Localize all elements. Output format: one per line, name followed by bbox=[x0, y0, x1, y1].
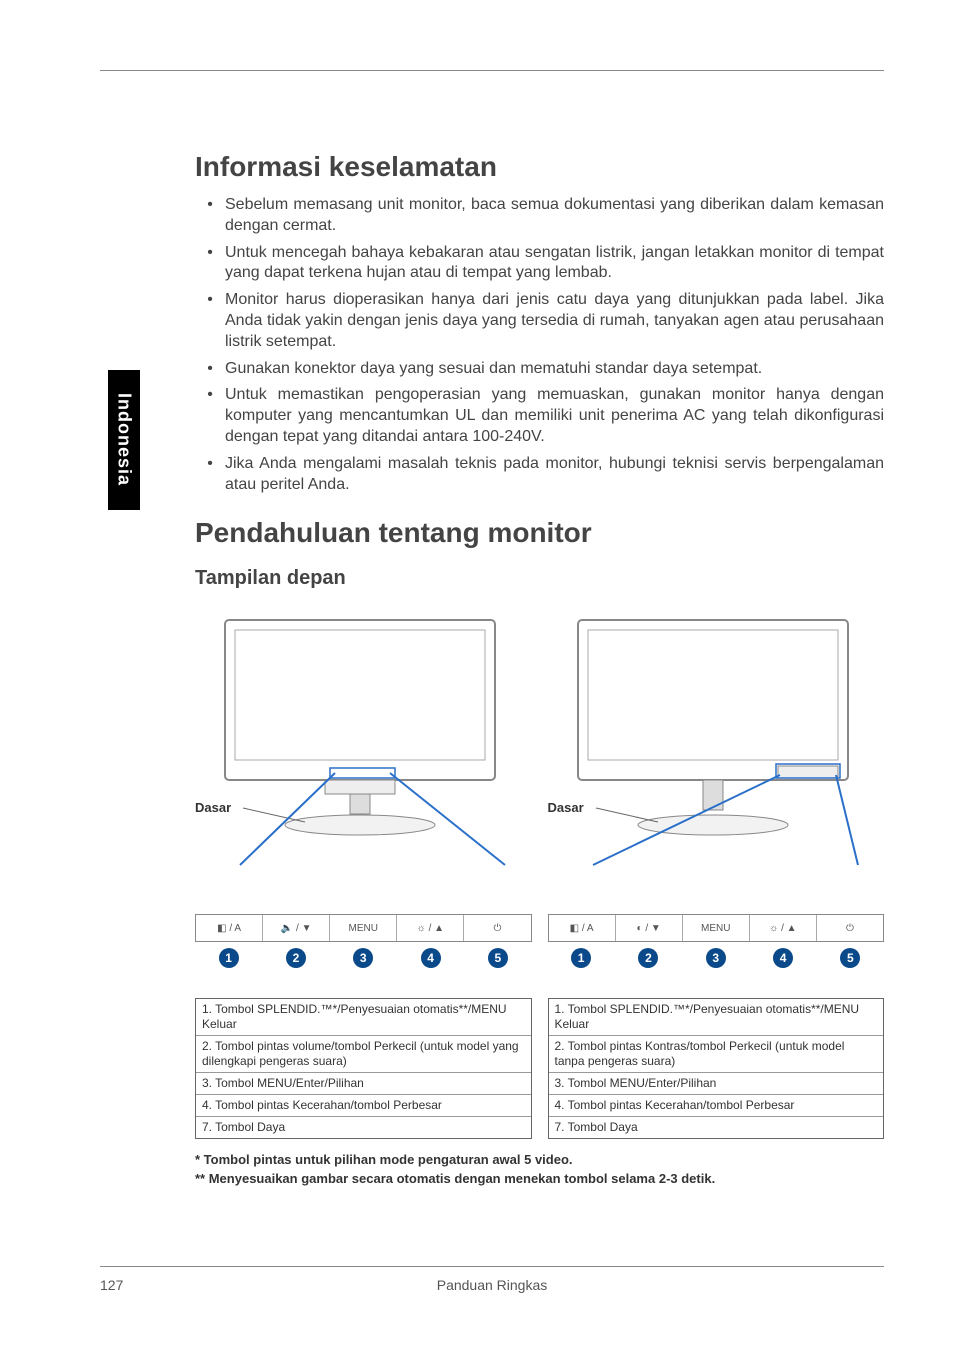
legend-row: 2. Tombol pintas Kontras/tombol Perkecil… bbox=[549, 1036, 884, 1073]
legend-row: 7. Tombol Daya bbox=[196, 1117, 531, 1138]
monitor-figure: Dasar bbox=[548, 610, 885, 910]
list-text: Sebelum memasang unit monitor, baca semu… bbox=[225, 195, 884, 237]
legend-box-right: 1. Tombol SPLENDID.™*/Penyesuaian otomat… bbox=[548, 998, 885, 1139]
list-item: •Sebelum memasang unit monitor, baca sem… bbox=[195, 195, 884, 237]
base-label: Dasar bbox=[195, 800, 231, 815]
button-icon-power: ⏻ bbox=[817, 915, 883, 941]
base-label: Dasar bbox=[548, 800, 584, 815]
safety-list: •Sebelum memasang unit monitor, baca sem… bbox=[195, 195, 884, 495]
footnote-line: ** Menyesuaikan gambar secara otomatis d… bbox=[195, 1170, 884, 1188]
button-strip: ◧ / A 🔈 / ▼ MENU ☼ / ▲ ⏻ bbox=[195, 914, 532, 942]
bullet-icon: • bbox=[195, 359, 225, 380]
page-footer: 127 Panduan Ringkas bbox=[100, 1266, 884, 1293]
legend-row: 3. Tombol MENU/Enter/Pilihan bbox=[196, 1073, 531, 1095]
number-badge: 2 bbox=[286, 948, 306, 968]
number-badge: 4 bbox=[421, 948, 441, 968]
number-badge: 5 bbox=[488, 948, 508, 968]
list-item: •Untuk memastikan pengoperasian yang mem… bbox=[195, 385, 884, 447]
button-icon-menu: MENU bbox=[330, 915, 397, 941]
monitor-illustration bbox=[548, 610, 878, 890]
legend-row: 1. Tombol SPLENDID.™*/Penyesuaian otomat… bbox=[196, 999, 531, 1036]
number-badge: 1 bbox=[219, 948, 239, 968]
heading-intro: Pendahuluan tentang monitor bbox=[195, 517, 884, 549]
legend-row: 2. Tombol pintas volume/tombol Perkecil … bbox=[196, 1036, 531, 1073]
page-frame: Informasi keselamatan •Sebelum memasang … bbox=[100, 70, 884, 1293]
list-item: •Monitor harus dioperasikan hanya dari j… bbox=[195, 290, 884, 352]
number-badge: 3 bbox=[353, 948, 373, 968]
button-strip: ◧ / A ◐ / ▼ MENU ☼ / ▲ ⏻ bbox=[548, 914, 885, 942]
content-area: Informasi keselamatan •Sebelum memasang … bbox=[195, 71, 884, 1188]
list-text: Gunakan konektor daya yang sesuai dan me… bbox=[225, 359, 762, 380]
diagram-left: Dasar ◧ bbox=[195, 610, 532, 1139]
footer-title: Panduan Ringkas bbox=[100, 1277, 884, 1293]
button-icon-brightness-up: ☼ / ▲ bbox=[750, 915, 817, 941]
list-item: •Gunakan konektor daya yang sesuai dan m… bbox=[195, 359, 884, 380]
legend-row: 4. Tombol pintas Kecerahan/tombol Perbes… bbox=[549, 1095, 884, 1117]
subheading-front: Tampilan depan bbox=[195, 567, 884, 590]
list-text: Untuk memastikan pengoperasian yang memu… bbox=[225, 385, 884, 447]
legend-row: 3. Tombol MENU/Enter/Pilihan bbox=[549, 1073, 884, 1095]
bullet-icon: • bbox=[195, 290, 225, 352]
button-icon-splendid: ◧ / A bbox=[549, 915, 616, 941]
bullet-icon: • bbox=[195, 243, 225, 285]
monitor-figure: Dasar bbox=[195, 610, 532, 910]
diagrams-row: Dasar ◧ bbox=[195, 610, 884, 1139]
number-badge: 3 bbox=[706, 948, 726, 968]
list-text: Monitor harus dioperasikan hanya dari je… bbox=[225, 290, 884, 352]
bullet-icon: • bbox=[195, 454, 225, 496]
button-icon-power: ⏻ bbox=[464, 915, 530, 941]
list-text: Untuk mencegah bahaya kebakaran atau sen… bbox=[225, 243, 884, 285]
button-icon-menu: MENU bbox=[683, 915, 750, 941]
heading-safety: Informasi keselamatan bbox=[195, 151, 884, 183]
number-row: 1 2 3 4 5 bbox=[548, 948, 885, 968]
list-item: •Untuk mencegah bahaya kebakaran atau se… bbox=[195, 243, 884, 285]
number-badge: 1 bbox=[571, 948, 591, 968]
legend-row: 4. Tombol pintas Kecerahan/tombol Perbes… bbox=[196, 1095, 531, 1117]
number-badge: 4 bbox=[773, 948, 793, 968]
legend-box-left: 1. Tombol SPLENDID.™*/Penyesuaian otomat… bbox=[195, 998, 532, 1139]
button-icon-brightness-up: ☼ / ▲ bbox=[397, 915, 464, 941]
footnote-line: * Tombol pintas untuk pilihan mode penga… bbox=[195, 1151, 884, 1169]
number-row: 1 2 3 4 5 bbox=[195, 948, 532, 968]
legend-row: 1. Tombol SPLENDID.™*/Penyesuaian otomat… bbox=[549, 999, 884, 1036]
footnotes: * Tombol pintas untuk pilihan mode penga… bbox=[195, 1151, 884, 1187]
diagram-right: Dasar ◧ / A ◐ / ▼ bbox=[548, 610, 885, 1139]
list-text: Jika Anda mengalami masalah teknis pada … bbox=[225, 454, 884, 496]
number-badge: 2 bbox=[638, 948, 658, 968]
button-icon-volume-down: 🔈 / ▼ bbox=[263, 915, 330, 941]
list-item: •Jika Anda mengalami masalah teknis pada… bbox=[195, 454, 884, 496]
legend-row: 7. Tombol Daya bbox=[549, 1117, 884, 1138]
button-icon-splendid: ◧ / A bbox=[196, 915, 263, 941]
bullet-icon: • bbox=[195, 385, 225, 447]
button-icon-contrast-down: ◐ / ▼ bbox=[616, 915, 683, 941]
number-badge: 5 bbox=[840, 948, 860, 968]
monitor-illustration bbox=[195, 610, 525, 890]
bullet-icon: • bbox=[195, 195, 225, 237]
